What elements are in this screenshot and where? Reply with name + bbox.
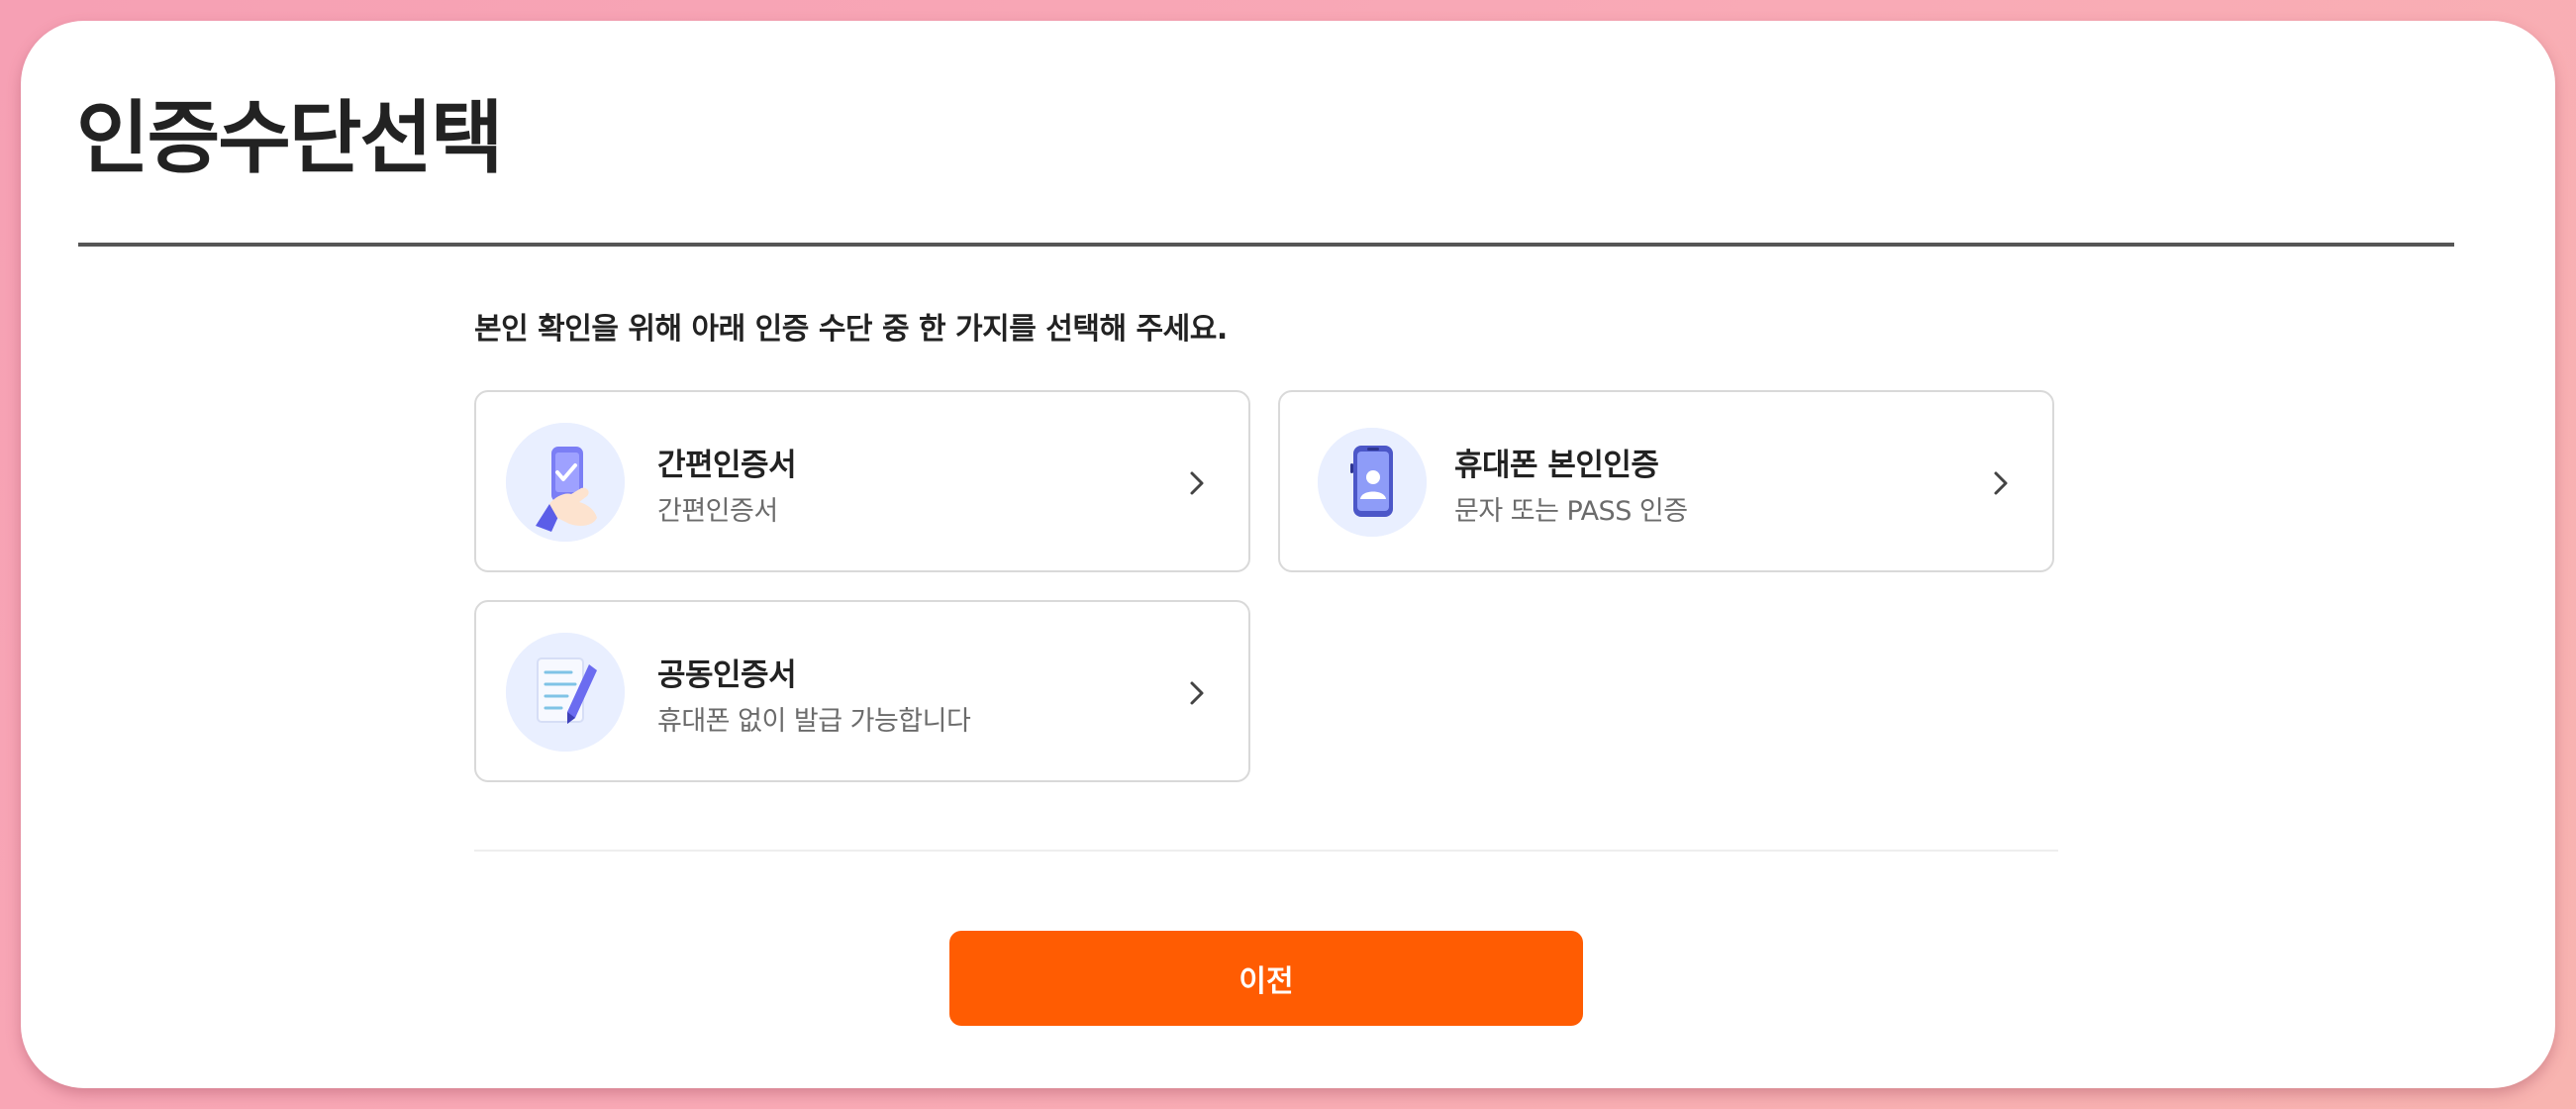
document-pen-icon bbox=[506, 633, 625, 752]
instruction-text: 본인 확인을 위해 아래 인증 수단 중 한 가지를 선택해 주세요. bbox=[474, 312, 1228, 347]
title-divider bbox=[78, 243, 2454, 247]
method-title: 간편인증서 bbox=[657, 448, 797, 483]
method-card-simple-certificate[interactable]: 간편인증서 간편인증서 bbox=[474, 390, 1250, 572]
hand-holding-phone-check-icon bbox=[506, 423, 625, 542]
chevron-right-icon bbox=[1994, 471, 2008, 495]
method-title: 휴대폰 본인인증 bbox=[1454, 448, 1659, 483]
method-description: 간편인증서 bbox=[657, 496, 778, 527]
method-card-joint-certificate[interactable]: 공동인증서 휴대폰 없이 발급 가능합니다 bbox=[474, 600, 1250, 782]
chevron-right-icon bbox=[1190, 681, 1204, 705]
auth-method-panel: 인증수단선택 본인 확인을 위해 아래 인증 수단 중 한 가지를 선택해 주세… bbox=[21, 21, 2555, 1088]
method-description: 문자 또는 PASS 인증 bbox=[1454, 496, 1688, 527]
chevron-right-icon bbox=[1190, 471, 1204, 495]
method-title: 공동인증서 bbox=[657, 657, 797, 693]
section-divider bbox=[474, 850, 2058, 852]
prev-button[interactable]: 이전 bbox=[949, 931, 1583, 1026]
method-description: 휴대폰 없이 발급 가능합니다 bbox=[657, 706, 971, 737]
mobile-phone-person-icon bbox=[1318, 428, 1427, 537]
page-title: 인증수단선택 bbox=[76, 92, 504, 184]
method-card-mobile-verification[interactable]: 휴대폰 본인인증 문자 또는 PASS 인증 bbox=[1278, 390, 2054, 572]
